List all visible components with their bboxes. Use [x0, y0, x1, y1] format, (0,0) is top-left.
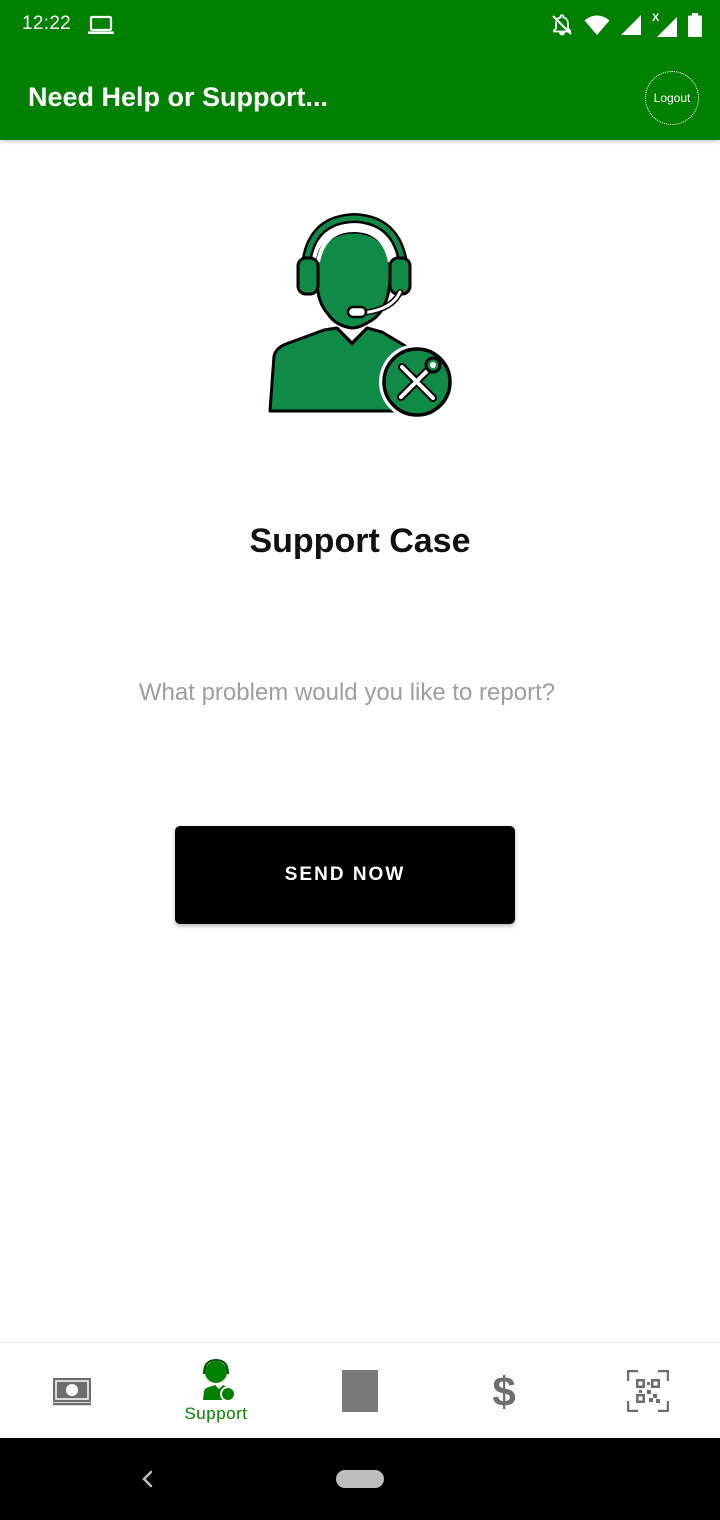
logout-label: Logout [653, 91, 691, 105]
nav-item-support[interactable]: Support [144, 1343, 288, 1439]
problem-report-input[interactable] [100, 668, 594, 718]
support-case-title: Support Case [249, 522, 471, 560]
bottom-navigation: Support $ [0, 1342, 720, 1439]
square-icon [342, 1370, 378, 1412]
status-bar: 12:22 X [0, 0, 720, 50]
svg-text:X: X [652, 12, 660, 24]
status-time: 12:22 [22, 13, 72, 34]
battery-icon [688, 13, 702, 37]
signal-icon [621, 15, 641, 35]
cash-icon [53, 1378, 91, 1406]
laptop-icon [88, 15, 114, 34]
customer-support-tools-icon [268, 212, 455, 420]
signal-x-icon: X [652, 12, 677, 37]
nav-item-square[interactable] [288, 1343, 432, 1439]
notifications-off-icon [552, 14, 572, 36]
svg-text:$: $ [492, 1370, 515, 1412]
wifi-icon [584, 15, 610, 35]
dollar-icon: $ [492, 1370, 515, 1412]
home-pill[interactable] [336, 1470, 384, 1488]
status-icons: X [550, 12, 702, 38]
page-title: Need Help or Support... [28, 82, 329, 112]
logout-button[interactable]: Logout [645, 71, 699, 125]
support-screen: 12:22 X Need Help or Support... Logout S… [0, 0, 720, 1520]
qr-scan-icon [627, 1370, 669, 1412]
nav-item-qr-scan[interactable] [576, 1343, 720, 1439]
support-agent-icon [203, 1358, 236, 1402]
back-icon[interactable] [136, 1464, 158, 1494]
nav-label-support: Support [184, 1404, 248, 1423]
nav-item-cash[interactable] [0, 1343, 144, 1439]
send-now-button[interactable]: SEND NOW [175, 826, 515, 924]
app-bar: Need Help or Support... Logout [0, 50, 720, 140]
send-now-label: SEND NOW [284, 864, 406, 885]
nav-item-dollar[interactable]: $ [432, 1343, 576, 1439]
